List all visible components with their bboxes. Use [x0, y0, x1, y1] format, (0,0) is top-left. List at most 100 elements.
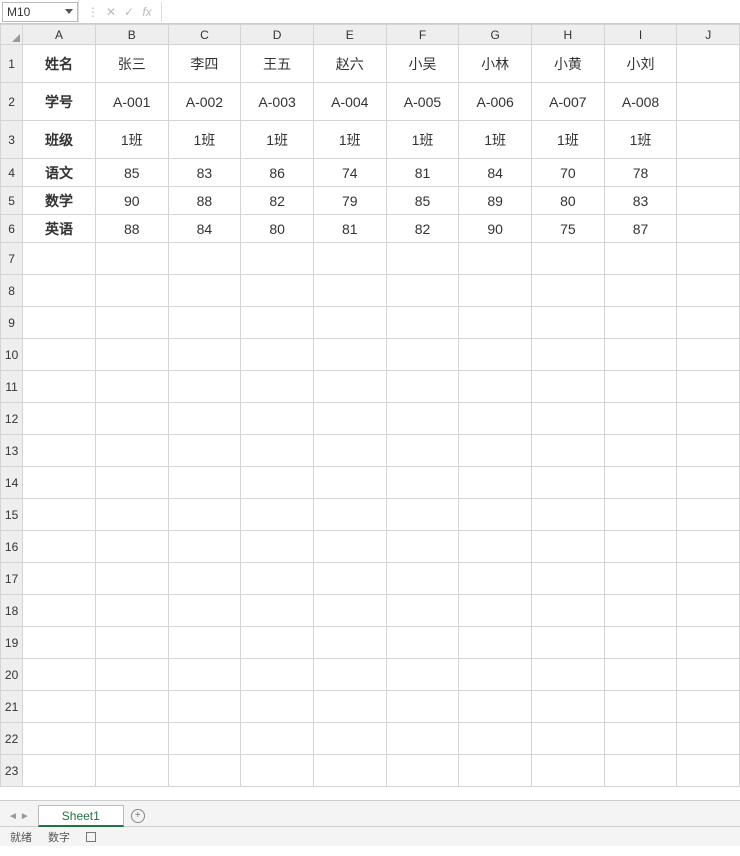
cell[interactable]	[604, 723, 677, 755]
cell[interactable]	[677, 723, 740, 755]
cell[interactable]	[313, 371, 386, 403]
chevron-down-icon[interactable]	[65, 9, 73, 14]
cell[interactable]	[532, 659, 605, 691]
cell[interactable]: 88	[168, 187, 241, 215]
row-header[interactable]: 17	[1, 563, 23, 595]
cell[interactable]: A-006	[459, 83, 532, 121]
row-header[interactable]: 13	[1, 435, 23, 467]
cell[interactable]	[459, 755, 532, 787]
cell[interactable]	[241, 307, 314, 339]
cell[interactable]: 1班	[241, 121, 314, 159]
cell[interactable]	[459, 627, 532, 659]
cell[interactable]: 80	[532, 187, 605, 215]
cell[interactable]	[532, 403, 605, 435]
cell[interactable]	[532, 307, 605, 339]
cell[interactable]	[459, 403, 532, 435]
cell[interactable]	[241, 243, 314, 275]
sheet-tab-active[interactable]: Sheet1	[38, 805, 124, 827]
cell[interactable]	[95, 531, 168, 563]
cell[interactable]	[604, 243, 677, 275]
cell[interactable]: 小刘	[604, 45, 677, 83]
cell[interactable]	[677, 45, 740, 83]
row-header[interactable]: 14	[1, 467, 23, 499]
cell[interactable]	[677, 371, 740, 403]
cell[interactable]	[241, 595, 314, 627]
cell[interactable]	[23, 595, 96, 627]
cell[interactable]: 85	[95, 159, 168, 187]
cell[interactable]	[532, 339, 605, 371]
cell[interactable]	[168, 275, 241, 307]
col-header[interactable]: H	[532, 25, 605, 45]
cell[interactable]	[95, 595, 168, 627]
cell[interactable]	[95, 691, 168, 723]
cell[interactable]: 1班	[604, 121, 677, 159]
cell[interactable]	[459, 499, 532, 531]
cell[interactable]	[313, 627, 386, 659]
cell[interactable]	[23, 371, 96, 403]
cell[interactable]: 79	[313, 187, 386, 215]
cell[interactable]	[95, 243, 168, 275]
col-header[interactable]: E	[313, 25, 386, 45]
cell[interactable]: A-007	[532, 83, 605, 121]
cell[interactable]: 85	[386, 187, 459, 215]
cell[interactable]	[241, 275, 314, 307]
cell[interactable]	[168, 531, 241, 563]
cell[interactable]: 赵六	[313, 45, 386, 83]
cell[interactable]	[386, 339, 459, 371]
cell[interactable]: 88	[95, 215, 168, 243]
cell[interactable]	[313, 595, 386, 627]
cell[interactable]	[23, 659, 96, 691]
cell[interactable]	[386, 595, 459, 627]
cell[interactable]	[532, 243, 605, 275]
cell[interactable]	[95, 627, 168, 659]
col-header[interactable]: F	[386, 25, 459, 45]
cell[interactable]: 70	[532, 159, 605, 187]
cell[interactable]	[241, 467, 314, 499]
cell[interactable]	[677, 121, 740, 159]
cell[interactable]	[386, 659, 459, 691]
cell[interactable]	[313, 467, 386, 499]
cell[interactable]	[459, 275, 532, 307]
cell[interactable]	[313, 723, 386, 755]
cell[interactable]	[168, 307, 241, 339]
row-header[interactable]: 11	[1, 371, 23, 403]
cell[interactable]	[241, 755, 314, 787]
cell[interactable]	[386, 563, 459, 595]
cell[interactable]	[168, 659, 241, 691]
cell[interactable]	[95, 435, 168, 467]
cell[interactable]: 王五	[241, 45, 314, 83]
cell[interactable]	[313, 755, 386, 787]
cell[interactable]	[532, 755, 605, 787]
cell[interactable]	[241, 659, 314, 691]
cell[interactable]	[313, 403, 386, 435]
cell[interactable]	[313, 435, 386, 467]
cell[interactable]	[386, 371, 459, 403]
cell[interactable]	[677, 499, 740, 531]
cell[interactable]	[604, 755, 677, 787]
cell[interactable]	[241, 691, 314, 723]
cell[interactable]	[168, 691, 241, 723]
cell[interactable]	[241, 499, 314, 531]
cell[interactable]	[677, 691, 740, 723]
cell[interactable]	[313, 243, 386, 275]
cell[interactable]	[168, 723, 241, 755]
cell[interactable]	[459, 595, 532, 627]
row-header[interactable]: 9	[1, 307, 23, 339]
cell[interactable]	[677, 595, 740, 627]
cell[interactable]: 82	[241, 187, 314, 215]
cell[interactable]	[677, 83, 740, 121]
cell[interactable]	[604, 659, 677, 691]
cell[interactable]	[677, 307, 740, 339]
cell[interactable]	[532, 531, 605, 563]
cell[interactable]: 86	[241, 159, 314, 187]
row-header[interactable]: 18	[1, 595, 23, 627]
cell[interactable]	[677, 755, 740, 787]
cell[interactable]: 90	[459, 215, 532, 243]
cell[interactable]	[95, 275, 168, 307]
col-header[interactable]: A	[23, 25, 96, 45]
cell[interactable]	[23, 563, 96, 595]
col-header[interactable]: J	[677, 25, 740, 45]
cell[interactable]	[677, 659, 740, 691]
cell[interactable]: 小吴	[386, 45, 459, 83]
row-label-cell[interactable]: 学号	[23, 83, 96, 121]
